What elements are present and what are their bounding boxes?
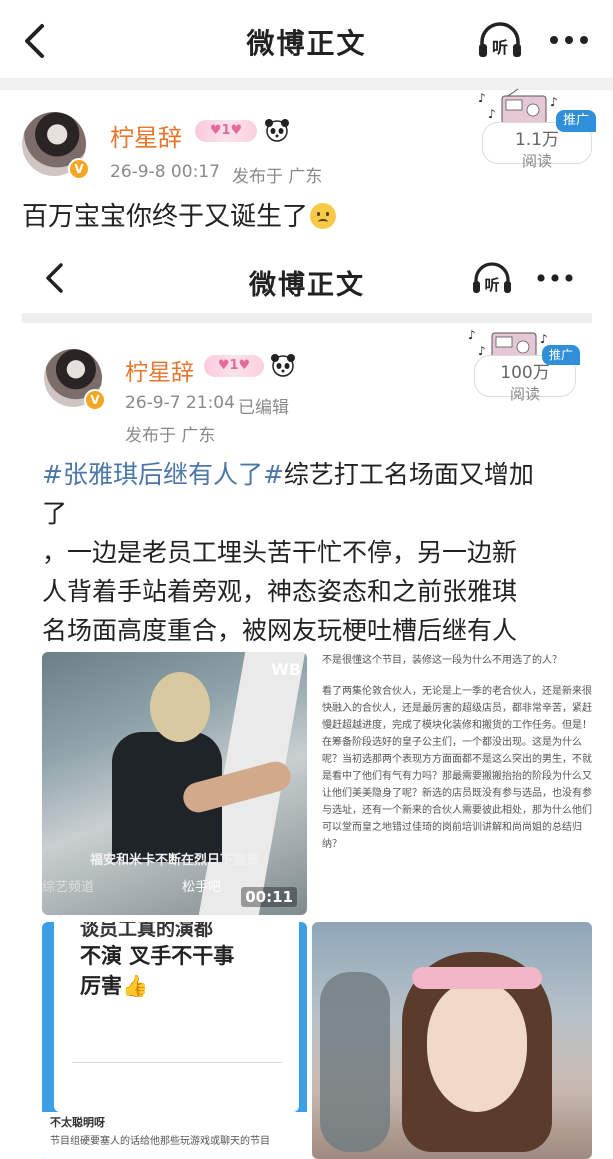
read-label: 阅读 — [521, 152, 552, 170]
username[interactable]: 柠星辞 — [110, 118, 182, 153]
video-corner-left: 综艺频道 — [42, 880, 95, 895]
svg-text:♪: ♪ — [478, 91, 486, 105]
weibo-logo: WB — [271, 660, 301, 679]
text-image-p2: 看了两集伦敦合伙人，无论是上一季的老合伙人，还是新来很快融入的合伙人，还是最厉害… — [322, 686, 592, 850]
more-options-icon[interactable] — [546, 26, 592, 54]
inner-promo-tag: 推广 — [542, 345, 580, 365]
inner-verified-badge-icon: V — [84, 389, 106, 411]
inner-listen-label: 听 — [484, 276, 499, 294]
post-text-content: 百万宝宝你终于又诞生了 — [22, 202, 309, 232]
svg-text:♪: ♪ — [488, 107, 496, 121]
video-subtitle: 福安和米卡不断在烈日下搬货 — [89, 853, 259, 868]
worried-face-icon — [310, 203, 337, 229]
listen-headphone-icon[interactable]: 听 — [476, 20, 524, 60]
text-image-p1: 不是很懂这个节目，装修这一段为什么不用选了的人？ — [322, 655, 562, 666]
video-duration: 00:11 — [241, 887, 297, 907]
body-line-4: 人背着手站着旁观，神态姿态和之前张雅琪 — [42, 577, 518, 606]
comment-image[interactable]: 谈员工真的演都 不演 叉手不干事 厉害👍 不太聪明呀 节目组硬要塞人的话给他那些… — [42, 922, 307, 1159]
photo-face — [427, 982, 527, 1112]
hashtag-link[interactable]: #张雅琪后继有人了# — [42, 460, 284, 489]
photo-headband — [412, 967, 542, 989]
comment-bottom-text: 节目组硬要塞人的话给他那些玩游戏或聊天的节目 — [50, 1136, 270, 1147]
video-person-head — [150, 672, 210, 742]
body-line-3: ，一边是老员工埋头苦干忙不停，另一边新 — [42, 538, 518, 567]
comment-bottom: 不太聪明呀 节目组硬要塞人的话给他那些玩游戏或聊天的节目 — [42, 1112, 307, 1159]
fan-badge[interactable]: ♥1♥ — [195, 120, 257, 142]
comment-card: 谈员工真的演都 不演 叉手不干事 厉害👍 — [54, 922, 299, 1112]
top-bar: 微博正文 听 — [0, 0, 613, 78]
body-line-5: 名场面高度重合，被网友玩梗吐槽后继有人 — [42, 616, 518, 645]
inner-post-location: 发布于 广东 — [125, 426, 216, 446]
body-line-1: #张雅琪后继有人了#综艺打工名场面又增加 — [42, 460, 534, 489]
inner-more-options-icon — [537, 274, 573, 282]
video-corner-right: 松手吧 — [182, 880, 222, 895]
post-time: 26-9-8 00:17 — [110, 162, 220, 182]
comment-divider — [72, 1062, 282, 1063]
svg-text:♪: ♪ — [468, 328, 476, 342]
embedded-screenshot[interactable]: 微博正文 听 V 柠星辞 ♥1♥ 26-9-7 21:04 已编辑 发布于 广东… — [22, 245, 592, 1159]
inner-edited-label: 已编辑 — [238, 398, 289, 418]
inner-post-time: 26-9-7 21:04 — [125, 393, 235, 413]
inner-panda-icon — [271, 354, 295, 377]
inner-divider — [22, 313, 592, 323]
comment-bottom-title: 不太聪明呀 — [50, 1116, 105, 1129]
verified-badge-icon: V — [68, 158, 90, 180]
inner-fan-badge: ♥1♥ — [204, 355, 264, 377]
post-text: 百万宝宝你终于又诞生了 — [22, 196, 337, 233]
photo-background-person — [320, 972, 390, 1152]
photo-image[interactable] — [312, 922, 592, 1159]
svg-text:♪: ♪ — [550, 95, 558, 109]
inner-read-label: 阅读 — [509, 385, 540, 403]
body-line-2: 了 — [42, 499, 68, 528]
text-image[interactable]: 不是很懂这个节目，装修这一段为什么不用选了的人？ 看了两集伦敦合伙人，无论是上一… — [322, 652, 592, 915]
inner-username: 柠星辞 — [125, 360, 194, 386]
comment-line-3: 厉害👍 — [80, 974, 149, 998]
comment-line-2: 不演 叉手不干事 — [80, 944, 235, 968]
promo-tag[interactable]: 推广 — [556, 110, 596, 132]
comment-line-1: 谈员工真的演都 — [80, 922, 214, 940]
svg-text:♪: ♪ — [540, 332, 548, 346]
inner-listen-headphone-icon: 听 — [473, 262, 511, 294]
listen-label: 听 — [492, 38, 508, 57]
post-location: 发布于 广东 — [232, 167, 323, 187]
video-thumbnail[interactable]: WB 福安和米卡不断在烈日下搬货 综艺频道 松手吧 00:11 — [42, 652, 307, 915]
panda-icon — [265, 119, 289, 142]
